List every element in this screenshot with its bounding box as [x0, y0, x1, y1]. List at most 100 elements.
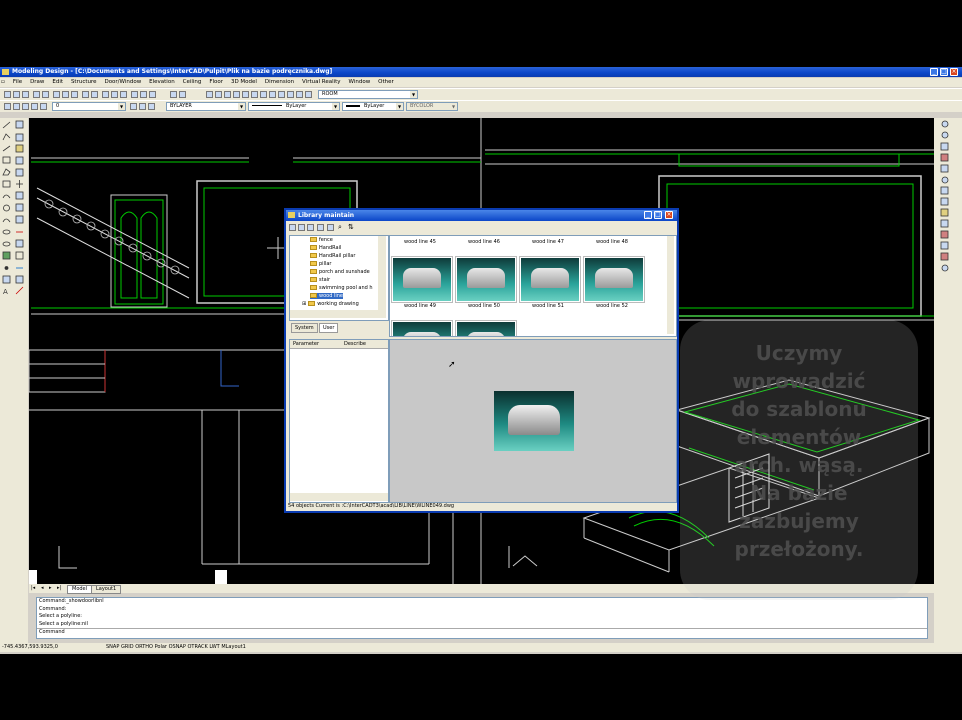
menu-floor[interactable]: Floor: [206, 78, 226, 87]
tree-item-pillar[interactable]: pillar: [310, 261, 331, 267]
list-view-icon[interactable]: [317, 224, 324, 231]
linetype-combo[interactable]: ByLayer ▼: [248, 102, 340, 111]
save-icon[interactable]: [22, 91, 29, 98]
menu-edit[interactable]: Edit: [49, 78, 66, 87]
tool-6-icon[interactable]: [251, 91, 258, 98]
layer-state-icon[interactable]: [13, 103, 20, 110]
details-view-icon[interactable]: [327, 224, 334, 231]
dialog-maximize-icon[interactable]: □: [654, 211, 662, 219]
color-combo[interactable]: BYLAYER ▼: [166, 102, 246, 111]
tab-layout1[interactable]: Layout1: [91, 585, 122, 594]
open-icon[interactable]: [13, 91, 20, 98]
command-prompt[interactable]: Command: [37, 628, 927, 637]
tab-system[interactable]: System: [291, 323, 318, 333]
properties-icon[interactable]: [131, 91, 138, 98]
expand-icon[interactable]: ⊞: [302, 301, 306, 307]
tool-7-icon[interactable]: [260, 91, 267, 98]
layer-icon[interactable]: [170, 91, 177, 98]
minimize-icon[interactable]: _: [930, 68, 938, 76]
pan-icon[interactable]: [102, 91, 109, 98]
print-icon[interactable]: [33, 91, 40, 98]
layer-freeze-icon[interactable]: [22, 103, 29, 110]
new-folder-icon[interactable]: [289, 224, 296, 231]
tool-12-icon[interactable]: [305, 91, 312, 98]
dialog-close-icon[interactable]: ×: [665, 211, 673, 219]
menu-dimension[interactable]: Dimension: [262, 78, 297, 87]
col-parameter[interactable]: Parameter: [293, 341, 319, 347]
tree-item-porch[interactable]: porch and sunshade: [310, 269, 370, 275]
view-tools-icons[interactable]: [934, 118, 962, 278]
cut-icon[interactable]: [53, 91, 60, 98]
draw-tools-icons[interactable]: A: [0, 118, 28, 308]
tool-3-icon[interactable]: [224, 91, 231, 98]
menu-door-window[interactable]: Door/Window: [101, 78, 144, 87]
layer-previous-icon[interactable]: [139, 103, 146, 110]
make-current-icon[interactable]: [130, 103, 137, 110]
tool-4-icon[interactable]: [233, 91, 240, 98]
layer-manager-icon[interactable]: [4, 103, 11, 110]
tree-item-wood-line[interactable]: wood line: [310, 293, 343, 299]
tab-nav-first-icon[interactable]: |◂: [31, 585, 35, 592]
tree-item-handrail-pillar[interactable]: HandRail pillar: [310, 253, 355, 259]
layer-combo[interactable]: 0 ▼: [52, 102, 126, 111]
menu-window[interactable]: Window: [346, 78, 374, 87]
tool-8-icon[interactable]: [269, 91, 276, 98]
thumb-label[interactable]: wood line 49: [390, 303, 450, 309]
thumb-scrollbar[interactable]: [667, 236, 674, 334]
thumb-label[interactable]: wood line 51: [518, 303, 578, 309]
tree-item-swimming-pool[interactable]: swimming pool and h: [310, 285, 373, 291]
close-icon[interactable]: ×: [950, 68, 958, 76]
edit-icon[interactable]: [298, 224, 305, 231]
tool-2-icon[interactable]: [215, 91, 222, 98]
thumb-wood-line-51[interactable]: [519, 256, 581, 303]
tab-nav-next-icon[interactable]: ▸: [49, 585, 52, 592]
tab-user[interactable]: User: [319, 323, 339, 333]
zoom-icon[interactable]: [111, 91, 118, 98]
thumb-label[interactable]: wood line 48: [582, 239, 642, 245]
thumb-wood-line-54[interactable]: [455, 320, 517, 336]
design-center-icon[interactable]: [140, 91, 147, 98]
plotstyle-combo[interactable]: BYCOLOR ▼: [406, 102, 458, 111]
copy-icon[interactable]: [62, 91, 69, 98]
menu-elevation[interactable]: Elevation: [146, 78, 178, 87]
dialog-minimize-icon[interactable]: _: [644, 211, 652, 219]
tree-scrollbar[interactable]: [378, 236, 386, 318]
thumb-label[interactable]: wood line 50: [454, 303, 514, 309]
thumb-label[interactable]: wood line 46: [454, 239, 514, 245]
help-icon[interactable]: [149, 91, 156, 98]
menu-file[interactable]: File: [10, 78, 25, 87]
tool-10-icon[interactable]: [287, 91, 294, 98]
tool-1-icon[interactable]: [206, 91, 213, 98]
menu-virtual-reality[interactable]: Virtual Reality: [299, 78, 344, 87]
tree-item-fence[interactable]: fence: [310, 237, 333, 243]
room-combo[interactable]: ROOM ▼: [318, 90, 418, 99]
zoom-window-icon[interactable]: [120, 91, 127, 98]
command-window[interactable]: Command:_showdoorlibnl Command: Select a…: [36, 597, 928, 639]
binoculars-icon[interactable]: ⌕: [338, 223, 342, 232]
doc-icon[interactable]: ▫: [0, 78, 8, 87]
lineweight-combo[interactable]: ByLayer ▼: [342, 102, 404, 111]
sort-icon[interactable]: [307, 224, 314, 231]
col-describe[interactable]: Describe: [344, 341, 366, 347]
tree-item-stair[interactable]: stair: [310, 277, 330, 283]
undo-icon[interactable]: [82, 91, 89, 98]
maximize-icon[interactable]: □: [940, 68, 948, 76]
thumb-wood-line-50[interactable]: [455, 256, 517, 303]
menu-3d-model[interactable]: 3D Model: [228, 78, 260, 87]
layer-prev-icon[interactable]: [179, 91, 186, 98]
drafting-modes[interactable]: SNAP GRID ORTHO Polar OSNAP OTRACK LWT M…: [106, 643, 246, 652]
tab-model[interactable]: Model: [67, 585, 93, 594]
preview-icon[interactable]: [42, 91, 49, 98]
layer-color-icon[interactable]: [40, 103, 47, 110]
menu-draw[interactable]: Draw: [27, 78, 47, 87]
tab-nav-last-icon[interactable]: ▸|: [57, 585, 61, 592]
tree-item-working-drawing[interactable]: ⊞ working drawing: [302, 301, 359, 307]
menu-structure[interactable]: Structure: [68, 78, 100, 87]
thumb-wood-line-52[interactable]: [583, 256, 645, 303]
paste-icon[interactable]: [71, 91, 78, 98]
thumb-label[interactable]: wood line 45: [390, 239, 450, 245]
thumb-wood-line-49[interactable]: [391, 256, 453, 303]
tool-5-icon[interactable]: [242, 91, 249, 98]
tree-hscrollbar[interactable]: [290, 310, 378, 318]
redo-icon[interactable]: [91, 91, 98, 98]
